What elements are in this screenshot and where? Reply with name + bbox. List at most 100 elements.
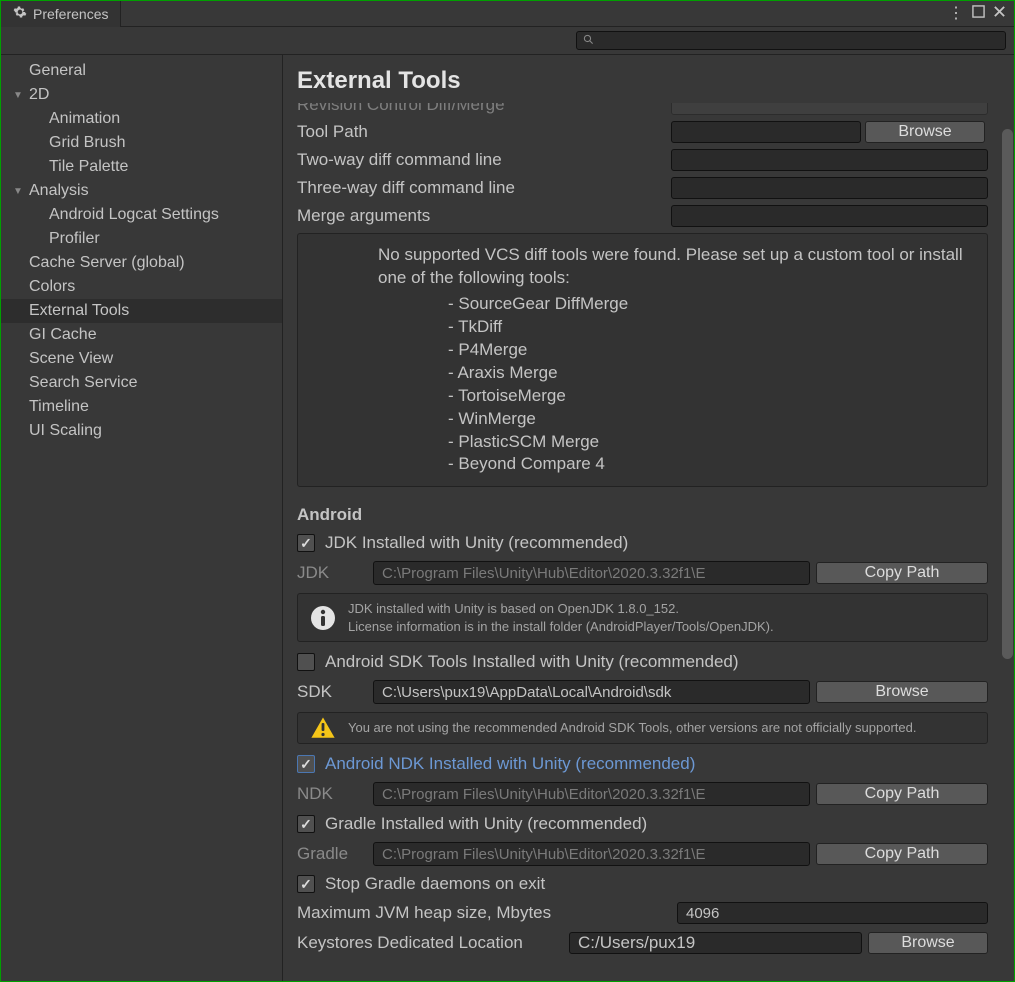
vcs-info-text: No supported VCS diff tools were found. … — [378, 244, 977, 290]
expand-arrow-icon[interactable]: ▼ — [13, 186, 25, 197]
sidebar-item-label: Android Logcat Settings — [49, 206, 219, 224]
page-title: External Tools — [283, 55, 1014, 103]
ndk-checkbox[interactable] — [297, 755, 315, 773]
sidebar-item-label: GI Cache — [29, 326, 97, 344]
revision-dropdown[interactable] — [671, 103, 988, 115]
jdk-note-1: JDK installed with Unity is based on Ope… — [348, 600, 977, 618]
gradle-path-input — [373, 842, 810, 866]
title-bar: Preferences ⋮ — [1, 1, 1014, 27]
sidebar-item-colors[interactable]: Colors — [1, 275, 282, 299]
tool-path-input[interactable] — [671, 121, 861, 143]
sidebar-item-search-service[interactable]: Search Service — [1, 371, 282, 395]
sidebar-item-label: Cache Server (global) — [29, 254, 185, 272]
sidebar-item-label: Analysis — [29, 182, 89, 200]
merge-args-label: Merge arguments — [297, 206, 671, 226]
sidebar-item-timeline[interactable]: Timeline — [1, 395, 282, 419]
menu-icon[interactable]: ⋮ — [948, 6, 964, 22]
sdk-warning-text: You are not using the recommended Androi… — [348, 719, 977, 737]
browse-button[interactable]: Browse — [865, 121, 985, 143]
sidebar-item-label: Timeline — [29, 398, 89, 416]
sdk-browse-button[interactable]: Browse — [816, 681, 988, 703]
jdk-note-2: License information is in the install fo… — [348, 618, 977, 636]
heap-label: Maximum JVM heap size, Mbytes — [297, 903, 671, 923]
jdk-info-box: JDK installed with Unity is based on Ope… — [297, 593, 988, 642]
vcs-info-box: No supported VCS diff tools were found. … — [297, 233, 988, 487]
revision-control-label: Revision Control Diff/Merge — [297, 103, 671, 115]
vcs-tool-item: - TkDiff — [448, 316, 977, 339]
window-title: Preferences — [33, 6, 108, 22]
gradle-copy-path-button[interactable]: Copy Path — [816, 843, 988, 865]
sidebar-item-tile-palette[interactable]: Tile Palette — [1, 155, 282, 179]
three-way-input[interactable] — [671, 177, 988, 199]
sidebar-item-label: Tile Palette — [49, 158, 128, 176]
gradle-checkbox[interactable] — [297, 815, 315, 833]
merge-args-input[interactable] — [671, 205, 988, 227]
sdk-checkbox[interactable] — [297, 653, 315, 671]
two-way-label: Two-way diff command line — [297, 150, 671, 170]
sidebar-item-label: Scene View — [29, 350, 113, 368]
sidebar-item-label: Grid Brush — [49, 134, 125, 152]
sidebar-item-animation[interactable]: Animation — [1, 107, 282, 131]
sidebar-item-label: Colors — [29, 278, 75, 296]
vcs-tool-item: - Beyond Compare 4 — [448, 453, 977, 476]
scroll-thumb[interactable] — [1002, 129, 1013, 659]
sidebar-item-general[interactable]: General — [1, 59, 282, 83]
sidebar-item-cache-server-global-[interactable]: Cache Server (global) — [1, 251, 282, 275]
stop-daemons-label: Stop Gradle daemons on exit — [325, 874, 545, 894]
two-way-input[interactable] — [671, 149, 988, 171]
sdk-path-input[interactable] — [373, 680, 810, 704]
sidebar-item-android-logcat-settings[interactable]: Android Logcat Settings — [1, 203, 282, 227]
sdk-checkbox-label: Android SDK Tools Installed with Unity (… — [325, 652, 739, 672]
three-way-label: Three-way diff command line — [297, 178, 671, 198]
android-section-header: Android — [297, 505, 988, 525]
gradle-checkbox-label: Gradle Installed with Unity (recommended… — [325, 814, 647, 834]
sidebar-item-profiler[interactable]: Profiler — [1, 227, 282, 251]
sidebar: General ▼2D Animation Grid Brush Tile Palett… — [1, 55, 283, 981]
sidebar-item-label: Animation — [49, 110, 120, 128]
jdk-checkbox[interactable] — [297, 534, 315, 552]
ndk-label: NDK — [297, 784, 367, 804]
expand-arrow-icon[interactable]: ▼ — [13, 90, 25, 101]
warning-icon — [310, 715, 336, 741]
search-field[interactable] — [600, 34, 999, 48]
sidebar-item-label: UI Scaling — [29, 422, 102, 440]
sidebar-item-gi-cache[interactable]: GI Cache — [1, 323, 282, 347]
toolbar — [1, 27, 1014, 55]
sidebar-item-analysis[interactable]: ▼ Analysis — [1, 179, 282, 203]
sidebar-item-label: General — [29, 62, 86, 80]
maximize-icon[interactable] — [972, 5, 985, 23]
scrollbar[interactable] — [1000, 89, 1014, 981]
stop-daemons-checkbox[interactable] — [297, 875, 315, 893]
sidebar-item-2d[interactable]: ▼2D — [1, 83, 282, 107]
ndk-path-input — [373, 782, 810, 806]
jdk-label: JDK — [297, 563, 367, 583]
keystore-browse-button[interactable]: Browse — [868, 932, 988, 954]
main-panel: External Tools Revision Control Diff/Mer… — [283, 55, 1014, 981]
vcs-tool-item: - P4Merge — [448, 339, 977, 362]
sdk-label: SDK — [297, 682, 367, 702]
sidebar-item-label: External Tools — [29, 302, 129, 320]
keystore-input[interactable] — [569, 932, 862, 954]
ndk-checkbox-label: Android NDK Installed with Unity (recomm… — [325, 754, 695, 774]
jdk-copy-path-button[interactable]: Copy Path — [816, 562, 988, 584]
sidebar-item-scene-view[interactable]: Scene View — [1, 347, 282, 371]
search-input[interactable] — [576, 31, 1006, 50]
vcs-tool-item: - PlasticSCM Merge — [448, 431, 977, 454]
vcs-tool-item: - SourceGear DiffMerge — [448, 293, 977, 316]
sidebar-item-label: Search Service — [29, 374, 138, 392]
sidebar-item-grid-brush[interactable]: Grid Brush — [1, 131, 282, 155]
close-icon[interactable] — [993, 5, 1006, 23]
sidebar-item-external-tools[interactable]: External Tools — [1, 299, 282, 323]
gradle-label: Gradle — [297, 844, 367, 864]
gear-icon — [13, 5, 27, 22]
keystore-label: Keystores Dedicated Location — [297, 933, 563, 953]
vcs-tool-item: - Araxis Merge — [448, 362, 977, 385]
sidebar-item-ui-scaling[interactable]: UI Scaling — [1, 419, 282, 443]
ndk-copy-path-button[interactable]: Copy Path — [816, 783, 988, 805]
window-tab[interactable]: Preferences — [1, 1, 121, 27]
heap-input[interactable] — [677, 902, 988, 924]
sdk-warning-box: You are not using the recommended Androi… — [297, 712, 988, 744]
info-icon — [310, 605, 336, 631]
jdk-checkbox-label: JDK Installed with Unity (recommended) — [325, 533, 628, 553]
vcs-tool-item: - WinMerge — [448, 408, 977, 431]
